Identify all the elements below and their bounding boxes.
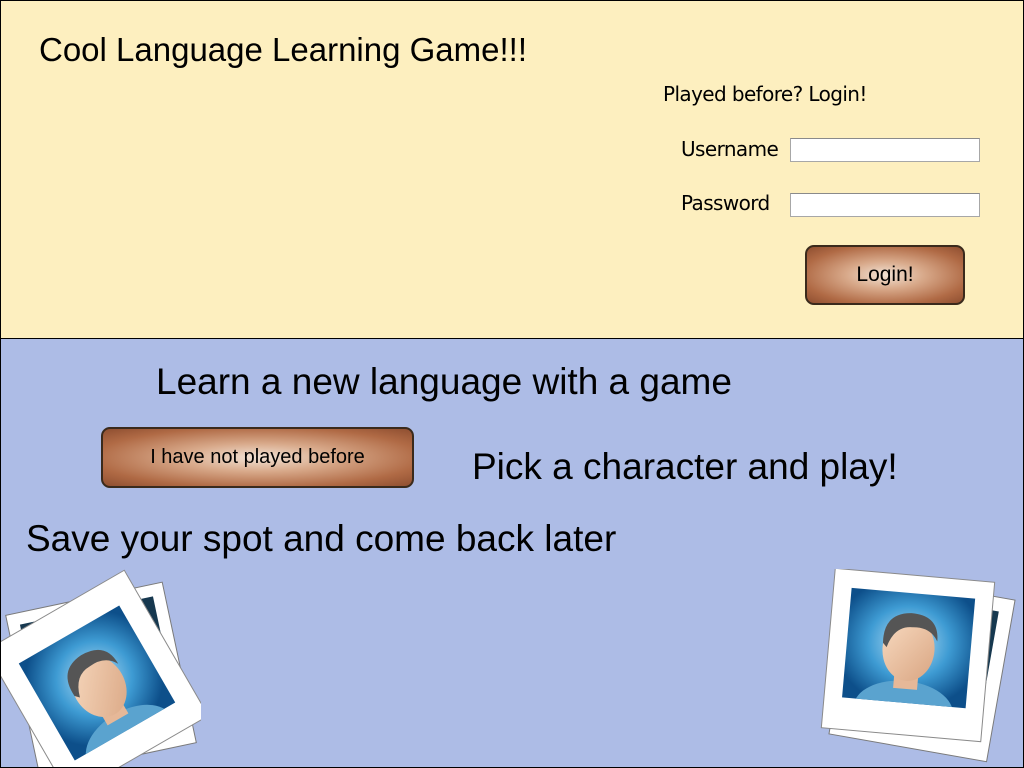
promo-headline: Learn a new language with a game xyxy=(156,361,732,402)
save-spot-text: Save your spot and come back later xyxy=(26,518,617,559)
page: Cool Language Learning Game!!! Played be… xyxy=(0,0,1024,768)
promo-panel: Learn a new language with a game Pick a … xyxy=(0,338,1024,768)
login-heading: Played before? Login! xyxy=(663,82,867,106)
password-input[interactable] xyxy=(790,193,980,217)
user-photo-icon[interactable] xyxy=(816,567,1023,767)
app-title: Cool Language Learning Game!!! xyxy=(39,31,528,68)
username-label: Username xyxy=(681,137,779,161)
login-panel: Cool Language Learning Game!!! Played be… xyxy=(0,0,1024,339)
password-label: Password xyxy=(681,191,770,215)
new-player-button[interactable]: I have not played before xyxy=(101,427,414,488)
pick-character-text: Pick a character and play! xyxy=(472,446,898,487)
login-button[interactable]: Login! xyxy=(805,245,965,305)
username-input[interactable] xyxy=(790,138,980,162)
user-photo-icon[interactable] xyxy=(1,569,209,767)
